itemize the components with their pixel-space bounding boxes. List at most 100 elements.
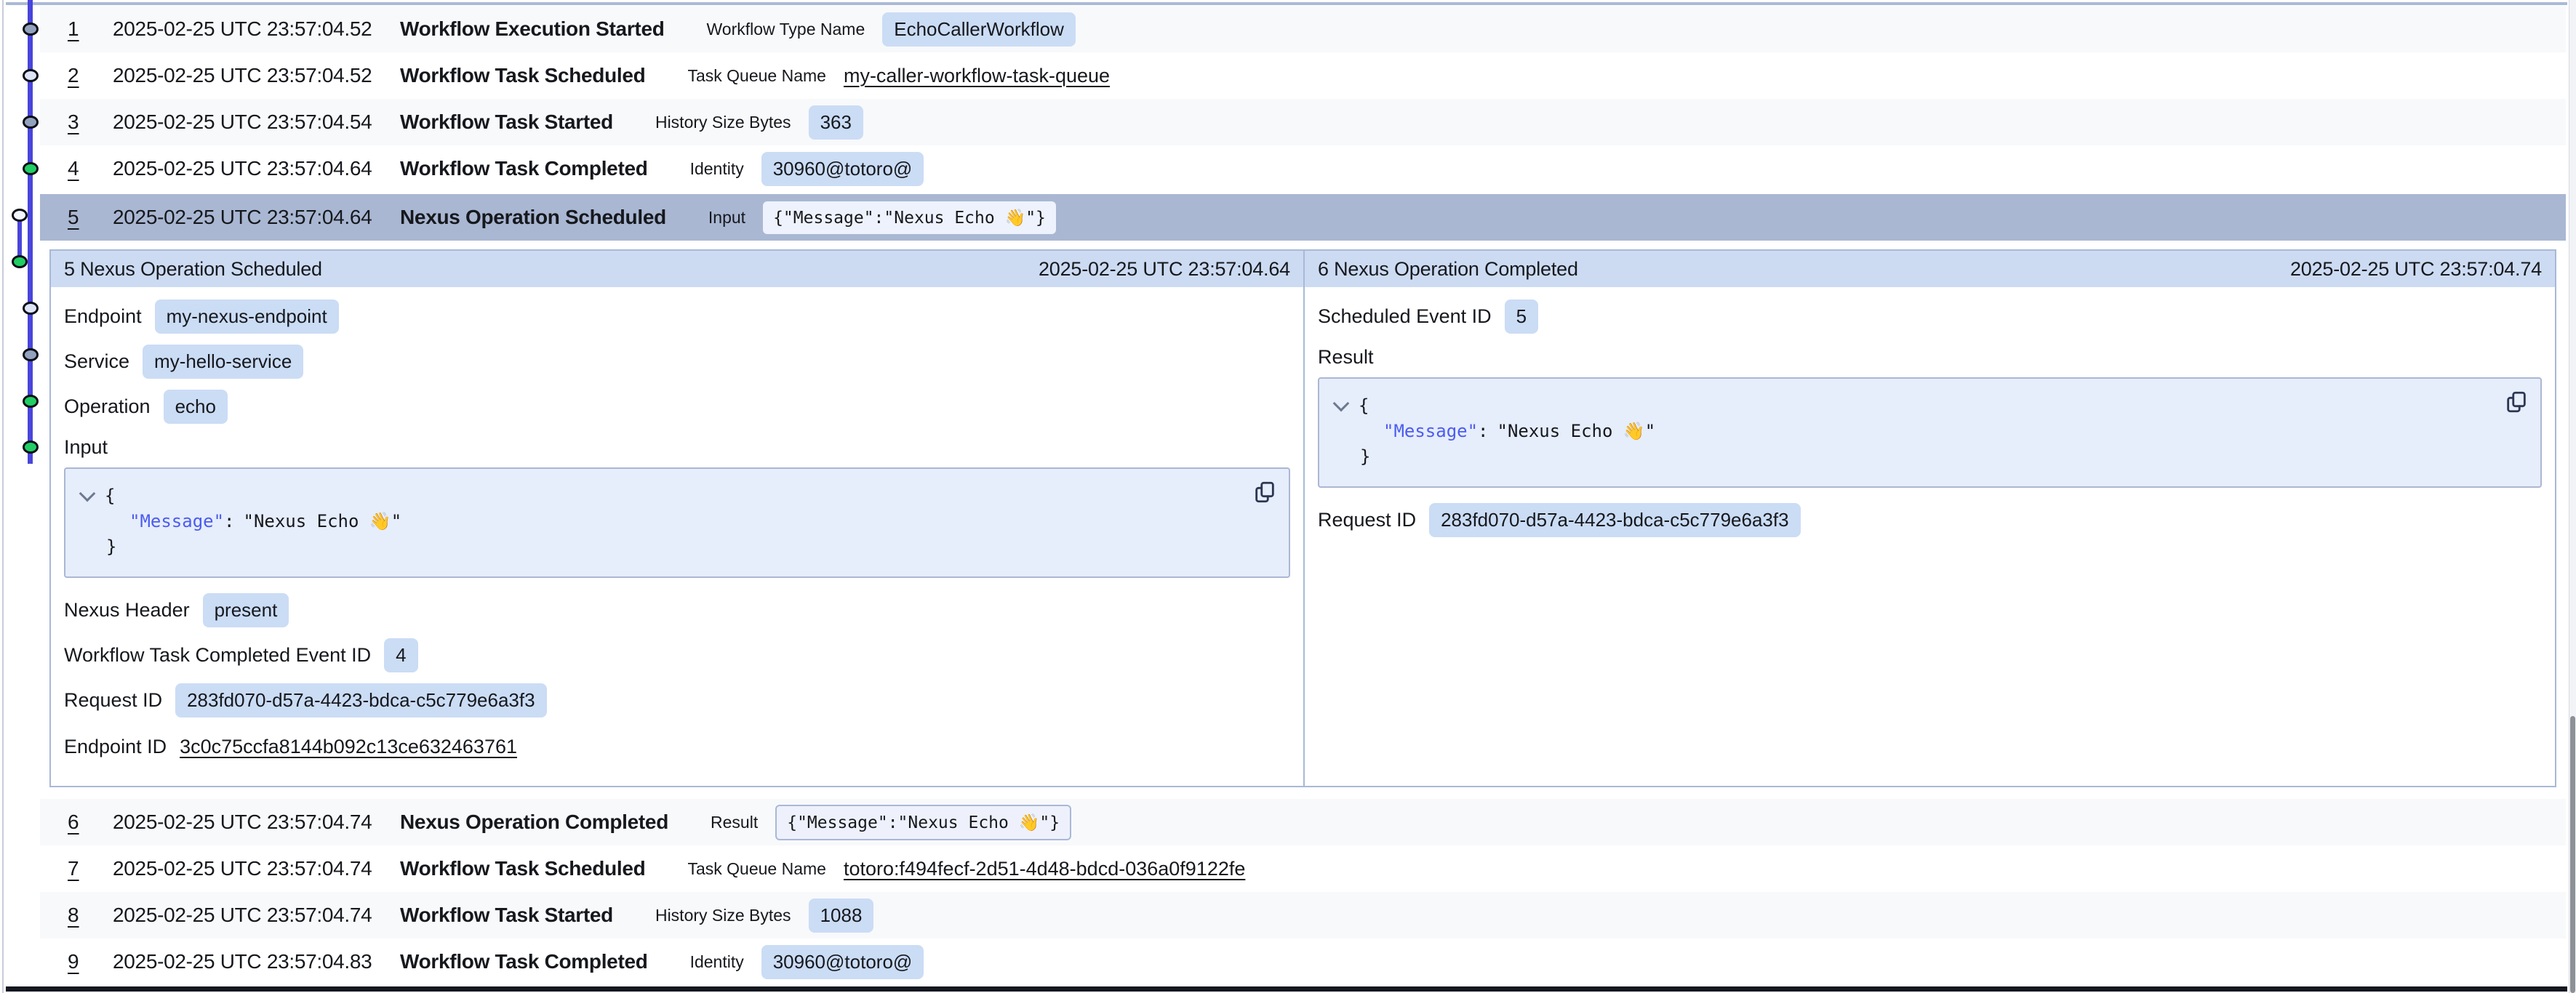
- field-label: Request ID: [64, 689, 162, 712]
- panel-header: 5 Nexus Operation Scheduled 2025-02-25 U…: [51, 251, 1303, 287]
- event-dot-scheduled: [23, 302, 39, 315]
- event-dot-scheduled: [23, 69, 39, 82]
- panel-timestamp: 2025-02-25 UTC 23:57:04.64: [1039, 258, 1290, 281]
- next-group-top-border: [6, 986, 2567, 992]
- event-id-link[interactable]: 3: [68, 110, 113, 134]
- attribute-label: Task Queue Name: [687, 66, 825, 86]
- field-label: Scheduled Event ID: [1318, 305, 1492, 328]
- result-json-viewer: { "Message":"Nexus Echo 👋" }: [1318, 377, 2542, 488]
- event-id-link[interactable]: 9: [68, 950, 113, 973]
- scrollbar-thumb[interactable]: [2570, 716, 2575, 993]
- panel-body: Endpoint my-nexus-endpoint Service my-he…: [51, 287, 1303, 786]
- endpoint-badge: my-nexus-endpoint: [155, 299, 339, 334]
- attribute-label: Input: [708, 208, 745, 228]
- attribute-badge: 30960@totoro@: [761, 945, 924, 979]
- event-row[interactable]: 4 2025-02-25 UTC 23:57:04.64 Workflow Ta…: [40, 145, 2566, 192]
- nexus-header-badge: present: [203, 593, 289, 627]
- event-name: Workflow Task Completed: [400, 157, 648, 180]
- attribute-label: Identity: [690, 952, 744, 972]
- json-colon: :: [1478, 421, 1488, 441]
- event-timestamp: 2025-02-25 UTC 23:57:04.83: [113, 950, 400, 973]
- panel-title: 5 Nexus Operation Scheduled: [64, 258, 322, 281]
- copy-icon[interactable]: [1252, 479, 1277, 505]
- service-badge: my-hello-service: [143, 345, 303, 379]
- event-timestamp: 2025-02-25 UTC 23:57:04.74: [113, 904, 400, 927]
- event-name: Workflow Task Scheduled: [400, 64, 645, 87]
- scheduled-event-id-badge: 5: [1505, 299, 1538, 334]
- json-close-brace: }: [106, 534, 1274, 560]
- container-left-border: [2, 0, 4, 993]
- json-value: "Nexus Echo 👋": [1497, 421, 1656, 441]
- event-id-link[interactable]: 8: [68, 904, 113, 927]
- input-label: Input: [64, 434, 1290, 460]
- attribute-label: History Size Bytes: [655, 113, 791, 132]
- event-timestamp: 2025-02-25 UTC 23:57:04.54: [113, 110, 400, 134]
- event-name: Workflow Task Started: [400, 110, 613, 134]
- field-label: Endpoint ID: [64, 736, 167, 758]
- event-name: Workflow Task Completed: [400, 950, 648, 973]
- attribute-badge: EchoCallerWorkflow: [882, 12, 1076, 47]
- event-dot-started: [23, 348, 39, 361]
- event-dot-completed: [23, 395, 39, 408]
- panel-title: 6 Nexus Operation Completed: [1318, 258, 1578, 281]
- event-name: Workflow Task Started: [400, 904, 613, 927]
- copy-icon[interactable]: [2504, 389, 2529, 415]
- event-id-link[interactable]: 4: [68, 157, 113, 180]
- event-dot-completed: [23, 441, 39, 454]
- event-dot-completed: [12, 255, 28, 268]
- event-row[interactable]: 7 2025-02-25 UTC 23:57:04.74 Workflow Ta…: [40, 845, 2566, 892]
- field-label: Workflow Task Completed Event ID: [64, 644, 371, 667]
- scrollbar[interactable]: [2569, 0, 2576, 993]
- event-row[interactable]: 9 2025-02-25 UTC 23:57:04.83 Workflow Ta…: [40, 938, 2566, 985]
- attribute-json-badge: {"Message":"Nexus Echo 👋"}: [763, 201, 1056, 234]
- event-row[interactable]: 8 2025-02-25 UTC 23:57:04.74 Workflow Ta…: [40, 892, 2566, 938]
- event-id-link[interactable]: 6: [68, 811, 113, 834]
- event-dot-started: [23, 23, 39, 36]
- json-close-brace: }: [1360, 444, 2526, 470]
- event-timestamp: 2025-02-25 UTC 23:57:04.64: [113, 157, 400, 180]
- event-name: Nexus Operation Scheduled: [400, 206, 666, 229]
- event-row[interactable]: 2 2025-02-25 UTC 23:57:04.52 Workflow Ta…: [40, 52, 2566, 99]
- endpoint-id-link[interactable]: 3c0c75ccfa8144b092c13ce632463761: [180, 736, 517, 758]
- result-label: Result: [1318, 344, 2542, 370]
- event-id-link[interactable]: 2: [68, 64, 113, 87]
- attribute-label: Result: [711, 813, 758, 832]
- event-name: Nexus Operation Completed: [400, 811, 668, 834]
- json-key: "Message": [129, 511, 224, 531]
- event-row[interactable]: 3 2025-02-25 UTC 23:57:04.54 Workflow Ta…: [40, 99, 2566, 145]
- event-timestamp: 2025-02-25 UTC 23:57:04.64: [113, 206, 400, 229]
- attribute-label: History Size Bytes: [655, 906, 791, 925]
- operation-badge: echo: [164, 390, 228, 424]
- task-queue-link[interactable]: my-caller-workflow-task-queue: [844, 65, 1110, 87]
- task-queue-link[interactable]: totoro:f494fecf-2d51-4d48-bdcd-036a0f912…: [844, 858, 1245, 880]
- panel-nexus-operation-scheduled: 5 Nexus Operation Scheduled 2025-02-25 U…: [51, 251, 1303, 786]
- field-label: Request ID: [1318, 509, 1416, 531]
- event-row-selected[interactable]: 5 2025-02-25 UTC 23:57:04.64 Nexus Opera…: [40, 194, 2566, 241]
- event-row[interactable]: 1 2025-02-25 UTC 23:57:04.52 Workflow Ex…: [40, 6, 2566, 52]
- collapse-chevron-icon[interactable]: [1333, 395, 1350, 411]
- attribute-badge: 1088: [809, 898, 874, 933]
- field-label: Endpoint: [64, 305, 142, 328]
- event-timestamp: 2025-02-25 UTC 23:57:04.74: [113, 811, 400, 834]
- event-name: Workflow Task Scheduled: [400, 857, 645, 880]
- event-dot-completed: [23, 162, 39, 175]
- field-label: Nexus Header: [64, 599, 190, 622]
- event-row[interactable]: 6 2025-02-25 UTC 23:57:04.74 Nexus Opera…: [40, 799, 2566, 845]
- event-id-link[interactable]: 1: [68, 17, 113, 41]
- event-id-link[interactable]: 7: [68, 857, 113, 880]
- input-json-viewer: { "Message":"Nexus Echo 👋" }: [64, 467, 1290, 578]
- event-timestamp: 2025-02-25 UTC 23:57:04.52: [113, 64, 400, 87]
- wtc-event-id-badge: 4: [384, 638, 417, 672]
- collapse-chevron-icon[interactable]: [79, 485, 96, 502]
- attribute-label: Workflow Type Name: [707, 20, 865, 39]
- attribute-label: Identity: [690, 159, 744, 179]
- attribute-badge: 30960@totoro@: [761, 152, 924, 186]
- json-key: "Message": [1383, 421, 1478, 441]
- top-divider: [6, 2, 2567, 5]
- event-id-link[interactable]: 5: [68, 206, 113, 229]
- attribute-label: Task Queue Name: [687, 859, 825, 879]
- event-detail-panels: 5 Nexus Operation Scheduled 2025-02-25 U…: [49, 249, 2556, 787]
- request-id-badge: 283fd070-d57a-4423-bdca-c5c779e6a3f3: [1429, 503, 1801, 537]
- field-label: Operation: [64, 395, 151, 418]
- panel-nexus-operation-completed: 6 Nexus Operation Completed 2025-02-25 U…: [1305, 251, 2555, 786]
